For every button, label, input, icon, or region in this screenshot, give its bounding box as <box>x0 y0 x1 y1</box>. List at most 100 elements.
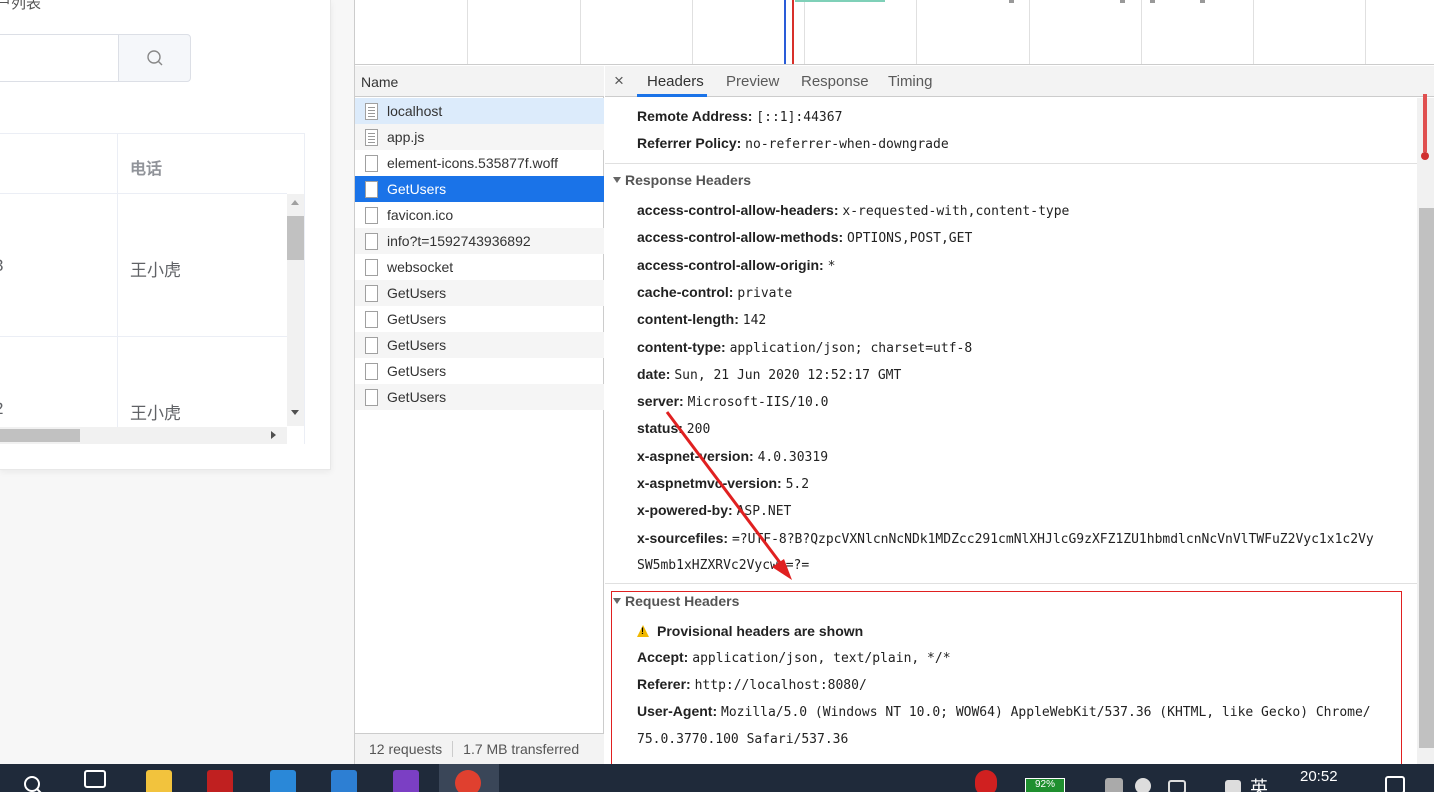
header-value: x-requested-with,content-type <box>842 204 1070 219</box>
scroll-down-icon[interactable] <box>291 410 299 415</box>
request-row[interactable]: websocket <box>355 254 604 280</box>
request-name: element-icons.535877f.woff <box>387 155 558 171</box>
header-value: application/json; charset=utf-8 <box>729 340 973 356</box>
battery-indicator[interactable]: 92% <box>1025 778 1065 792</box>
header-key: access-control-allow-origin: <box>637 256 824 273</box>
header-row: x-powered-by: ASP.NET <box>637 502 791 519</box>
request-name: GetUsers <box>387 285 447 301</box>
request-dot <box>1009 0 1014 3</box>
column-header-name[interactable]: Name <box>355 66 604 97</box>
header-row: x-aspnet-version: 4.0.30319 <box>637 448 828 465</box>
chrome-icon[interactable] <box>455 770 481 792</box>
scrollbar-thumb[interactable] <box>287 216 304 260</box>
header-value: OPTIONS,POST,GET <box>847 231 973 247</box>
web-page: 户列表 电话 3 王小虎 2 王小虎 <box>0 0 354 764</box>
request-count: 12 requests <box>369 741 443 757</box>
header-key: x-sourcefiles: <box>637 529 729 546</box>
request-row[interactable]: GetUsers <box>355 306 604 332</box>
file-icon <box>365 154 378 172</box>
header-key: x-aspnet-version: <box>637 447 754 464</box>
header-key: x-aspnetmvc-version: <box>637 475 782 491</box>
request-row[interactable]: GetUsers <box>355 176 604 202</box>
column-header-phone: 电话 <box>130 161 163 178</box>
vscode-icon[interactable] <box>331 770 357 792</box>
request-row[interactable]: GetUsers <box>355 358 604 384</box>
grid-line <box>580 0 581 64</box>
column-divider <box>117 194 118 337</box>
grid-line <box>804 0 805 64</box>
table-row[interactable]: 3 王小虎 <box>0 194 287 337</box>
header-key: Remote Address: <box>637 108 753 124</box>
network-overview-timeline[interactable] <box>355 0 1434 65</box>
request-row[interactable]: GetUsers <box>355 332 604 358</box>
header-row: content-type: application/json; charset=… <box>637 339 972 356</box>
file-icon <box>365 258 378 276</box>
tray-app-icon[interactable] <box>975 770 997 792</box>
table-cell-name: 王小虎 <box>130 261 181 280</box>
header-value: application/json, text/plain, */* <box>692 651 951 666</box>
request-dot <box>1150 0 1155 3</box>
input-method-indicator[interactable]: 英 <box>1250 774 1268 792</box>
scrollbar-thumb[interactable] <box>0 429 80 442</box>
file-icon <box>365 102 378 120</box>
header-value: SW5mb1xHZXRVc2Vycw==?= <box>637 558 810 573</box>
close-icon[interactable]: × <box>614 71 624 91</box>
file-icon <box>365 128 378 146</box>
tab-timing[interactable]: Timing <box>888 73 932 90</box>
grid-line <box>1141 0 1142 64</box>
detail-vertical-scrollbar[interactable] <box>1417 98 1434 764</box>
column-divider <box>117 134 118 194</box>
header-row: content-length: 142 <box>637 311 766 328</box>
scrollbar-thumb[interactable] <box>1419 208 1434 748</box>
header-key: Accept: <box>637 649 689 665</box>
visual-studio-icon[interactable] <box>393 770 419 792</box>
provisional-warning: Provisional headers are shown <box>637 623 863 639</box>
tab-response[interactable]: Response <box>801 73 869 90</box>
request-row[interactable]: favicon.ico <box>355 202 604 228</box>
header-value: Sun, 21 Jun 2020 12:52:17 GMT <box>674 367 902 383</box>
notification-icon[interactable] <box>1385 776 1405 792</box>
volume-icon[interactable] <box>1225 780 1241 792</box>
file-explorer-icon[interactable] <box>146 770 172 792</box>
user-list-card: 户列表 电话 3 王小虎 2 王小虎 <box>0 0 331 470</box>
screen: 户列表 电话 3 王小虎 2 王小虎 <box>0 0 1434 792</box>
tray-icon[interactable] <box>1105 778 1123 792</box>
request-row[interactable]: GetUsers <box>355 280 604 306</box>
request-row[interactable]: info?t=1592743936892 <box>355 228 604 254</box>
section-response-headers[interactable]: Response Headers <box>613 172 751 188</box>
file-icon <box>365 232 378 250</box>
section-divider <box>605 583 1417 584</box>
header-key: User-Agent: <box>637 703 718 719</box>
network-icon[interactable] <box>1168 780 1186 792</box>
scroll-up-icon[interactable] <box>291 200 299 205</box>
header-value-continuation: SW5mb1xHZXRVc2Vycw==?= <box>637 556 809 573</box>
request-name: GetUsers <box>387 389 447 405</box>
search-button[interactable] <box>118 34 191 82</box>
app-red-icon[interactable] <box>207 770 233 792</box>
header-value: 75.0.3770.100 Safari/537.36 <box>637 732 849 747</box>
file-icon <box>365 310 378 328</box>
table-horizontal-scrollbar[interactable] <box>0 427 287 444</box>
request-name: GetUsers <box>387 337 447 353</box>
scroll-right-icon[interactable] <box>271 431 276 439</box>
header-row: access-control-allow-methods: OPTIONS,PO… <box>637 229 972 246</box>
user-table: 电话 3 王小虎 2 王小虎 <box>0 133 305 444</box>
request-name: localhost <box>387 103 443 119</box>
search-icon[interactable] <box>22 774 44 792</box>
tab-preview[interactable]: Preview <box>726 73 779 90</box>
taskbar-clock[interactable]: 20:52 <box>1300 768 1338 785</box>
qq-icon[interactable] <box>1135 778 1151 792</box>
request-row[interactable]: element-icons.535877f.woff <box>355 150 604 176</box>
table-vertical-scrollbar[interactable] <box>287 194 304 426</box>
header-key: date: <box>637 365 671 382</box>
request-row[interactable]: app.js <box>355 124 604 150</box>
tab-headers[interactable]: Headers <box>647 73 704 90</box>
app-blue-icon[interactable] <box>270 770 296 792</box>
header-row: x-aspnetmvc-version: 5.2 <box>637 475 809 492</box>
header-value: Mozilla/5.0 (Windows NT 10.0; WOW64) App… <box>721 705 1371 720</box>
task-view-icon[interactable] <box>84 770 106 788</box>
request-row[interactable]: localhost <box>355 98 604 124</box>
request-row[interactable]: GetUsers <box>355 384 604 410</box>
search-input[interactable] <box>0 34 119 82</box>
section-request-headers[interactable]: Request Headers <box>613 593 739 609</box>
